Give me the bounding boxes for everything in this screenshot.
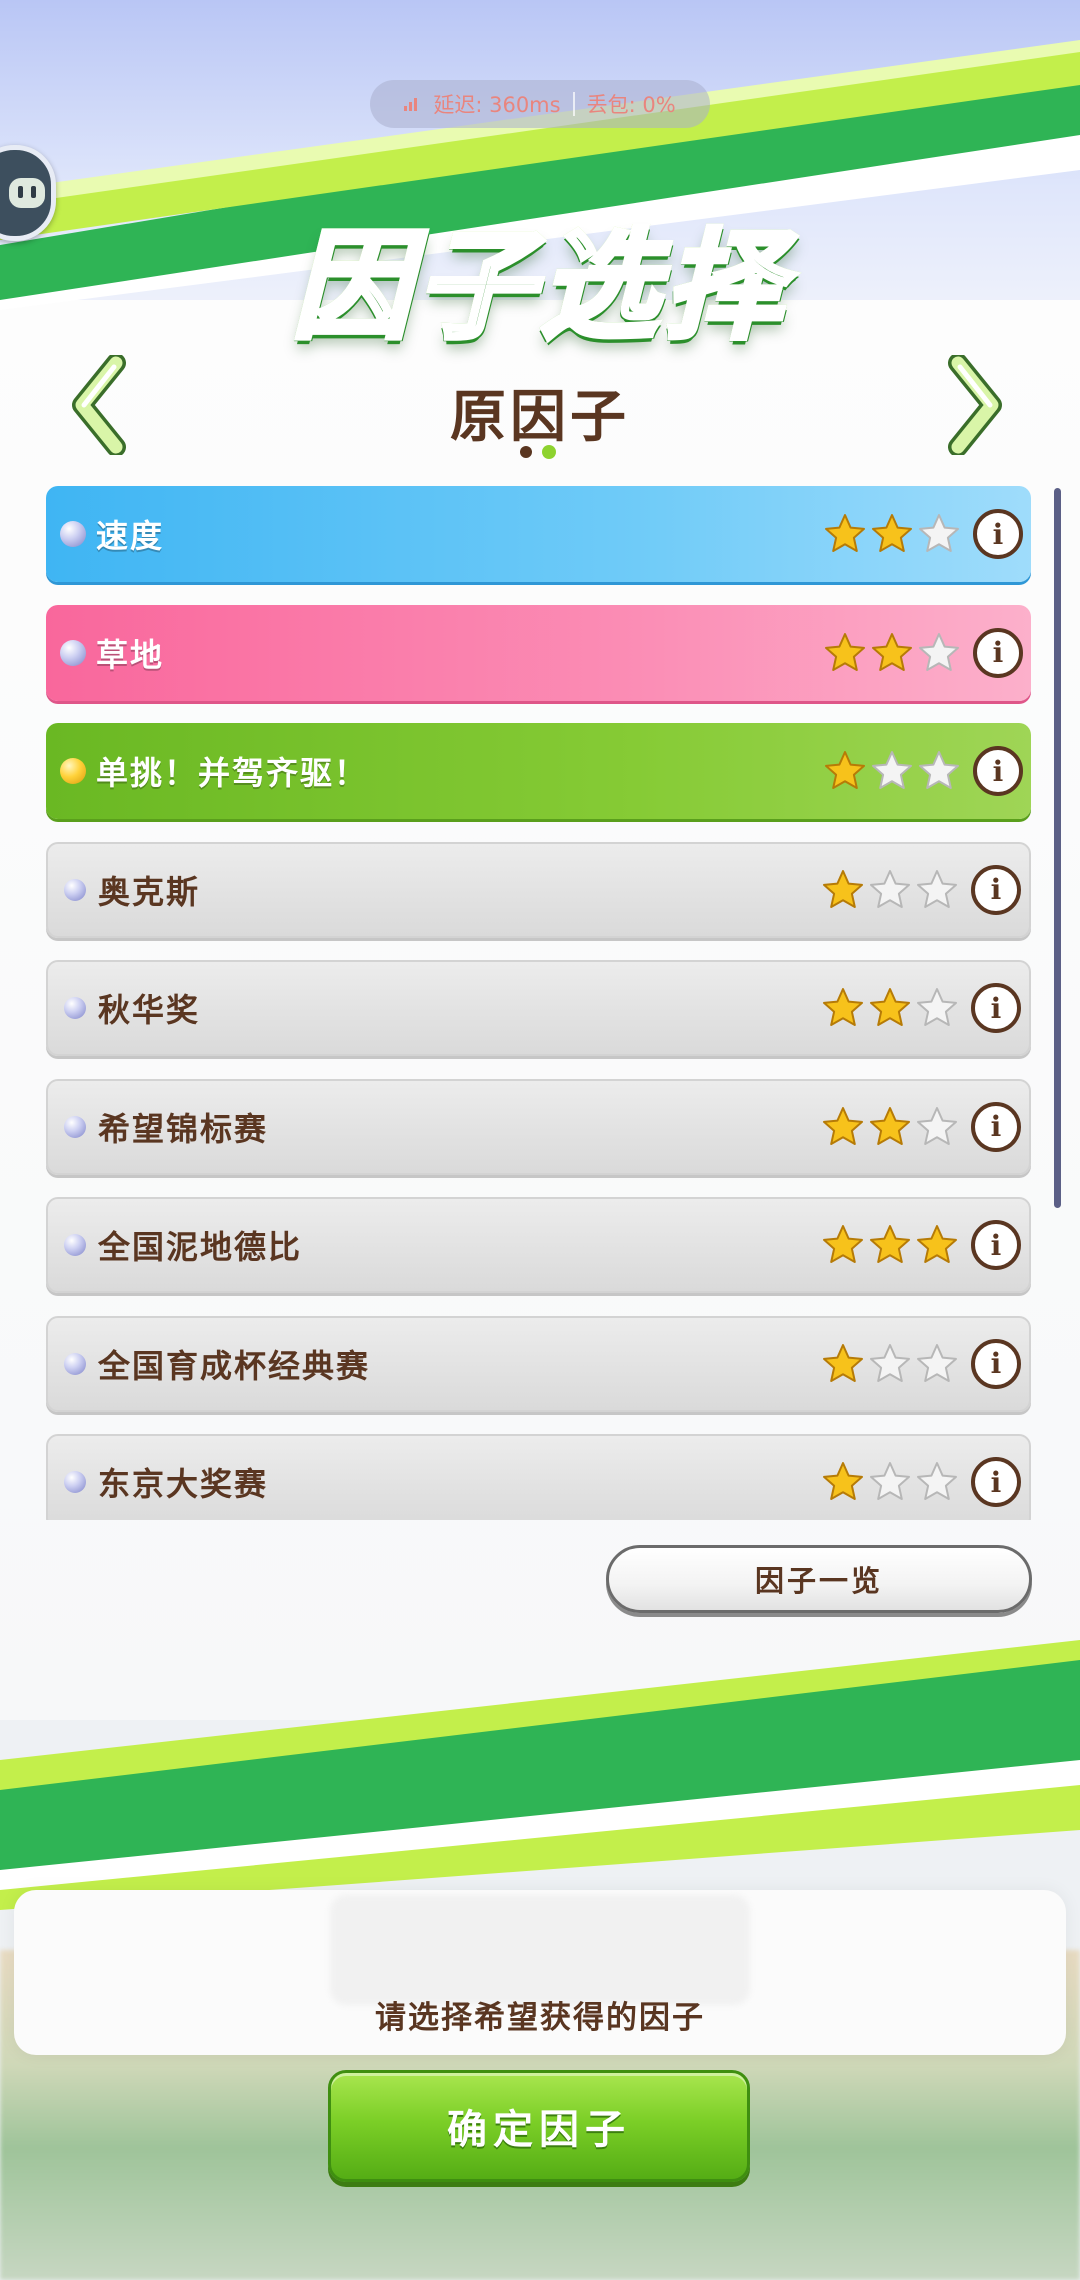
silver-factor-icon	[64, 1471, 86, 1493]
factor-star-rating	[823, 631, 961, 675]
silver-factor-icon	[60, 639, 86, 666]
category-title: 原因子	[450, 385, 630, 450]
selection-hint: 请选择希望获得的因子	[375, 2000, 705, 2036]
packet-loss-text: 丢包: 0%	[586, 93, 676, 117]
factor-row[interactable]: 东京大奖赛 i	[46, 1434, 1031, 1520]
gold-factor-icon	[60, 758, 86, 784]
star-filled-icon	[825, 514, 865, 552]
factor-star-rating	[821, 1460, 959, 1504]
star-empty-icon	[919, 514, 959, 552]
star-empty-icon	[870, 1462, 910, 1500]
star-filled-icon	[870, 1106, 910, 1145]
factor-star-rating	[823, 749, 961, 793]
info-icon[interactable]: i	[971, 864, 1021, 915]
info-icon[interactable]: i	[973, 509, 1023, 559]
factor-row[interactable]: 速度 i	[46, 486, 1031, 582]
factor-row[interactable]: 全国泥地德比 i	[46, 1197, 1031, 1293]
factor-row[interactable]: 秋华奖 i	[46, 960, 1031, 1056]
page-dot	[520, 446, 532, 458]
star-empty-icon	[917, 988, 957, 1026]
star-empty-icon	[872, 751, 912, 789]
list-scrollbar[interactable]	[1054, 488, 1061, 1208]
network-status-pill: 延迟: 360ms 丢包: 0%	[370, 80, 710, 128]
factor-row[interactable]: 全国育成杯经典赛 i	[46, 1315, 1031, 1412]
factor-row[interactable]: 奥克斯 i	[46, 841, 1031, 938]
star-empty-icon	[917, 1343, 957, 1382]
star-filled-icon	[870, 988, 910, 1026]
info-icon[interactable]: i	[971, 983, 1021, 1033]
factor-star-rating	[823, 512, 961, 556]
star-filled-icon	[823, 988, 863, 1026]
star-filled-icon	[872, 514, 912, 552]
star-filled-icon	[825, 751, 865, 789]
factor-star-rating	[821, 1342, 959, 1386]
info-icon[interactable]: i	[973, 627, 1023, 678]
factor-name: 全国泥地德比	[98, 1228, 303, 1266]
star-filled-icon	[823, 1225, 863, 1263]
star-filled-icon	[870, 1225, 910, 1263]
star-filled-icon	[823, 869, 863, 908]
page-indicator	[520, 445, 556, 459]
factor-row[interactable]: 草地 i	[46, 604, 1031, 701]
factor-star-rating	[821, 1223, 959, 1267]
factor-row[interactable]: 单挑！并驾齐驱！ i	[46, 723, 1031, 819]
factor-name: 奥克斯	[98, 872, 201, 911]
info-icon[interactable]: i	[971, 1220, 1021, 1270]
star-empty-icon	[917, 1106, 957, 1145]
info-icon[interactable]: i	[971, 1457, 1021, 1507]
silver-factor-icon	[60, 521, 86, 547]
star-filled-icon	[823, 1106, 863, 1145]
silver-factor-icon	[64, 1115, 86, 1138]
factor-name: 速度	[96, 517, 165, 555]
factor-star-rating	[821, 1105, 959, 1149]
info-icon[interactable]: i	[971, 1101, 1021, 1152]
page-title: 因子选择	[0, 190, 1080, 361]
star-filled-icon	[823, 1462, 863, 1500]
factor-name: 希望锦标赛	[98, 1109, 269, 1148]
star-filled-icon	[825, 632, 865, 671]
page-dot	[542, 445, 556, 459]
factor-overview-button[interactable]: 因子一览	[606, 1545, 1032, 1613]
chevron-right-icon[interactable]	[944, 355, 1004, 455]
silver-factor-icon	[64, 878, 86, 901]
status-divider	[572, 92, 575, 116]
star-filled-icon	[872, 632, 912, 671]
star-filled-icon	[823, 1343, 863, 1382]
star-empty-icon	[919, 751, 959, 789]
factor-name: 全国育成杯经典赛	[98, 1346, 371, 1385]
factor-row[interactable]: 希望锦标赛 i	[46, 1078, 1031, 1175]
silver-factor-icon	[64, 1352, 86, 1375]
silver-factor-icon	[64, 1234, 86, 1256]
silver-factor-icon	[64, 997, 86, 1019]
star-empty-icon	[917, 1462, 957, 1500]
latency-text: 延迟: 360ms	[433, 93, 561, 117]
star-empty-icon	[870, 1343, 910, 1382]
star-empty-icon	[870, 869, 910, 908]
factor-name: 草地	[96, 635, 165, 674]
star-empty-icon	[917, 869, 957, 908]
star-filled-icon	[917, 1225, 957, 1263]
factor-star-rating	[821, 986, 959, 1030]
selected-factor-slot	[330, 1895, 750, 2005]
factor-star-rating	[821, 868, 959, 912]
factor-name: 东京大奖赛	[98, 1465, 269, 1503]
info-icon[interactable]: i	[973, 746, 1023, 796]
confirm-factor-button[interactable]: 确定因子	[328, 2070, 750, 2182]
star-empty-icon	[919, 632, 959, 671]
factor-name: 单挑！并驾齐驱！	[96, 754, 369, 792]
factor-list[interactable]: 速度 i 草地 i 单挑！并驾齐驱！ i 奥克斯 i 秋华奖 i 希望锦标赛 i 全国泥地德比 i 全国育成…	[46, 486, 1031, 1520]
info-icon[interactable]: i	[971, 1338, 1021, 1389]
signal-icon	[404, 97, 418, 111]
factor-name: 秋华奖	[98, 991, 201, 1029]
